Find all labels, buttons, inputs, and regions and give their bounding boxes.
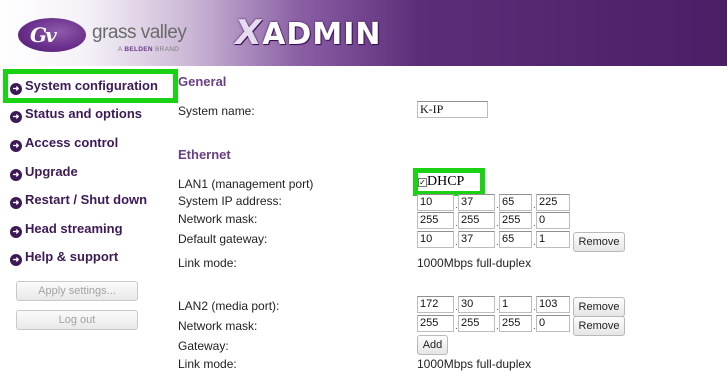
lan2-mask-octet-4[interactable]: 0 (536, 315, 570, 332)
brand-sub-suffix: BRAND (155, 46, 180, 53)
lan2-link-mode-label: Link mode: (178, 357, 237, 371)
remove-lan2-mask-button[interactable]: Remove (573, 316, 625, 336)
header-banner: Gv grass valley A BELDEN BRAND XADMIN (0, 0, 727, 66)
lan2-link-mode-value: 1000Mbps full-duplex (417, 357, 532, 371)
sidebar-item-access-control[interactable]: ➜ Access control (10, 133, 118, 153)
lan1-gateway-octet-2[interactable]: 37 (458, 231, 495, 248)
sidebar-item-system-configuration[interactable]: ➜ System configuration (10, 76, 158, 96)
sidebar-item-label: Help & support (25, 249, 119, 264)
arrow-bullet-icon: ➜ (10, 197, 22, 209)
lan2-mask-octet-1[interactable]: 255 (417, 315, 454, 332)
lan2-mask-octet-2[interactable]: 255 (458, 315, 495, 332)
lan1-link-mode-value: 1000Mbps full-duplex (417, 256, 532, 270)
sidebar-item-head-streaming[interactable]: ➜ Head streaming (10, 219, 123, 239)
lan2-ip-octet-2[interactable]: 30 (458, 296, 495, 313)
dhcp-label: DHCP (427, 174, 465, 189)
lan1-ip-octet-1[interactable]: 10 (417, 194, 454, 211)
lan1-mask-octet-2[interactable]: 255 (458, 212, 495, 229)
lan1-label: LAN1 (management port) (178, 177, 314, 191)
arrow-bullet-icon: ➜ (10, 226, 22, 238)
logo-mark: Gv (30, 23, 57, 47)
arrow-bullet-icon: ➜ (10, 140, 22, 152)
sidebar-item-label: Status and options (25, 106, 142, 121)
lan1-mask-label: Network mask: (178, 212, 258, 226)
sidebar-item-label: Restart / Shut down (25, 192, 148, 207)
lan2-ip-octet-4[interactable]: 103 (536, 296, 570, 313)
system-name-label: System name: (178, 104, 255, 118)
sidebar-item-label: Head streaming (25, 221, 123, 236)
apply-settings-button[interactable]: Apply settings... (16, 281, 138, 301)
remove-lan2-ip-button[interactable]: Remove (573, 297, 625, 317)
lan2-ip-octet-1[interactable]: 172 (417, 296, 454, 313)
section-title-ethernet: Ethernet (178, 147, 231, 162)
lan2-gateway-label: Gateway: (178, 339, 229, 353)
system-name-input[interactable]: K-IP (417, 101, 488, 118)
lan2-mask-octet-3[interactable]: 255 (499, 315, 532, 332)
lan1-gateway-octet-1[interactable]: 10 (417, 231, 454, 248)
lan1-ip-octet-4[interactable]: 225 (536, 194, 570, 211)
lan1-link-mode-label: Link mode: (178, 256, 237, 270)
lan1-mask-octet-1[interactable]: 255 (417, 212, 454, 229)
brand-name: grass valley (92, 22, 187, 43)
sidebar-item-label: Access control (25, 135, 119, 150)
sidebar-item-label: Upgrade (25, 164, 78, 179)
lan2-ip-octet-3[interactable]: 1 (499, 296, 532, 313)
section-title-general: General (178, 74, 227, 89)
dhcp-checkbox[interactable]: ✓DHCP (418, 174, 464, 190)
brand-subtitle: A BELDEN BRAND (118, 46, 179, 53)
arrow-bullet-icon: ➜ (10, 254, 22, 266)
sidebar-item-upgrade[interactable]: ➜ Upgrade (10, 162, 78, 182)
log-out-button[interactable]: Log out (16, 310, 138, 330)
system-ip-label: System IP address: (178, 194, 282, 208)
product-name: ADMIN (262, 17, 382, 52)
lan2-mask-label: Network mask: (178, 319, 258, 333)
sidebar-item-restart-shut-down[interactable]: ➜ Restart / Shut down (10, 190, 147, 210)
arrow-bullet-icon: ➜ (10, 83, 22, 95)
lan1-ip-octet-2[interactable]: 37 (458, 194, 495, 211)
lan2-label: LAN2 (media port): (178, 299, 280, 313)
lan1-ip-octet-3[interactable]: 65 (499, 194, 532, 211)
add-gateway-button[interactable]: Add (417, 335, 448, 355)
default-gateway-label: Default gateway: (178, 232, 268, 246)
arrow-bullet-icon: ➜ (10, 111, 22, 123)
brand-sub-prefix: A (118, 46, 123, 53)
checkbox-checked-icon: ✓ (418, 178, 427, 187)
sidebar-item-status-and-options[interactable]: ➜ Status and options (10, 104, 142, 124)
lan1-mask-octet-3[interactable]: 255 (499, 212, 532, 229)
brand-sub-bold: BELDEN (124, 46, 153, 53)
arrow-bullet-icon: ➜ (10, 169, 22, 181)
remove-gateway-button[interactable]: Remove (573, 232, 625, 252)
lan1-gateway-octet-3[interactable]: 65 (499, 231, 532, 248)
lan1-gateway-octet-4[interactable]: 1 (536, 231, 570, 248)
sidebar-item-help-and-support[interactable]: ➜ Help & support (10, 247, 118, 267)
lan1-mask-octet-4[interactable]: 0 (536, 212, 570, 229)
xadmin-x-mark: X (231, 13, 266, 53)
sidebar-item-label: System configuration (25, 78, 158, 93)
product-title: XADMIN (231, 13, 382, 53)
